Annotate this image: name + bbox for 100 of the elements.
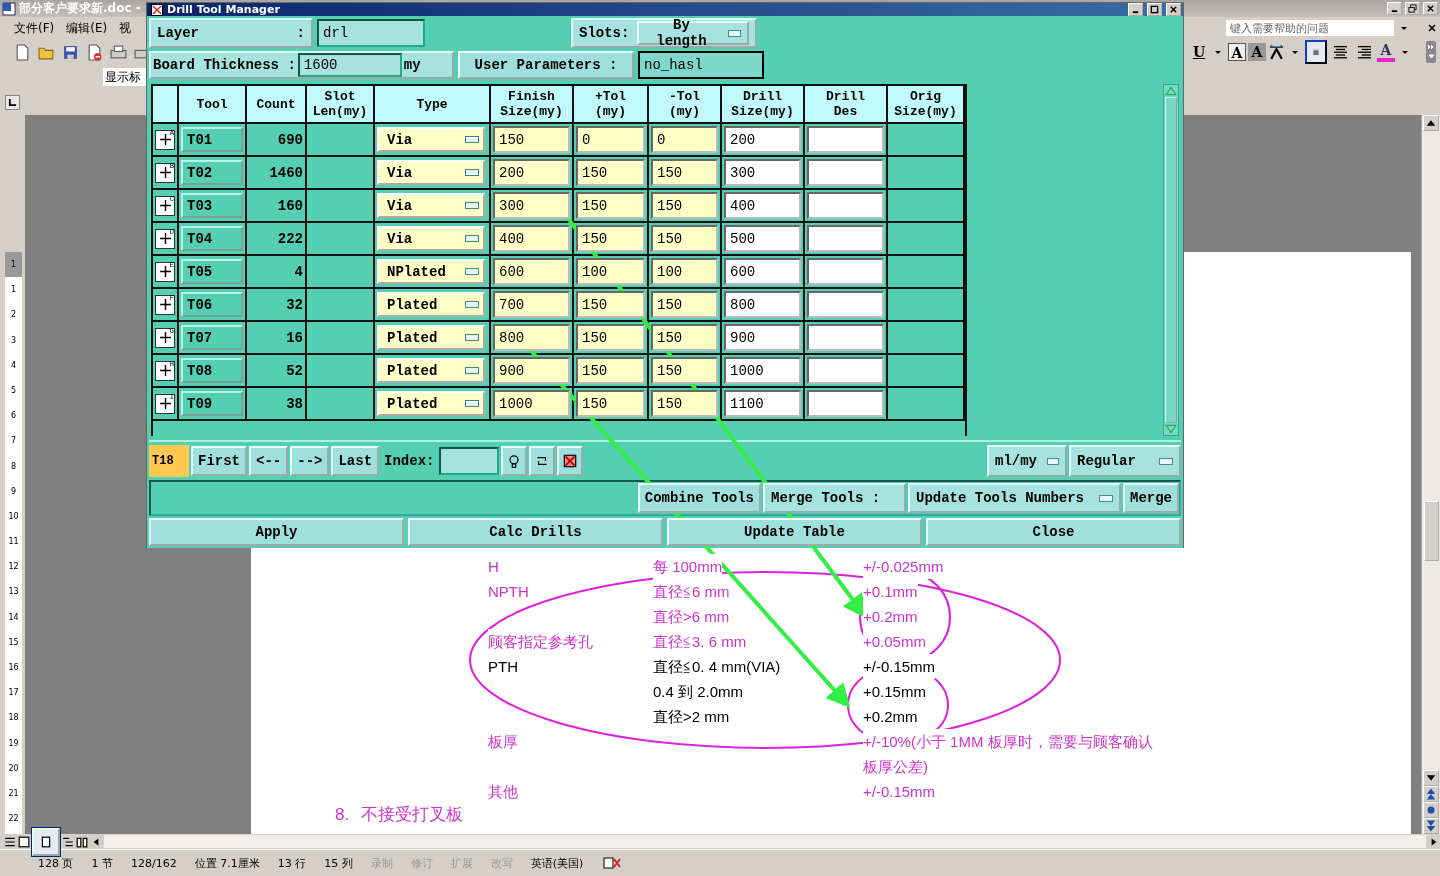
mode-select[interactable]: Regular	[1069, 445, 1181, 477]
type-select[interactable]: Via	[377, 226, 485, 251]
dropdown-arrow-icon[interactable]	[1401, 48, 1409, 56]
restore-button[interactable]	[1405, 2, 1420, 15]
action-button[interactable]: Calc Drills	[408, 518, 663, 546]
layer-field[interactable]: drl	[317, 19, 425, 47]
reading-view-icon[interactable]	[76, 835, 88, 848]
web-view-icon[interactable]	[18, 835, 30, 848]
tool-button[interactable]: T08	[181, 358, 243, 383]
save-icon[interactable]	[62, 43, 79, 61]
plus-tol-field[interactable]: 150	[576, 159, 645, 186]
close-button[interactable]	[1166, 3, 1181, 16]
plus-tol-field[interactable]: 150	[576, 390, 645, 417]
finish-size-field[interactable]: 300	[493, 192, 570, 219]
dropdown-arrow-icon[interactable]	[1400, 24, 1408, 32]
drill-des-field[interactable]	[807, 192, 884, 219]
minus-tol-field[interactable]: 100	[651, 258, 718, 285]
minus-tol-field[interactable]: 150	[651, 192, 718, 219]
unit-select[interactable]: ml/my	[987, 445, 1067, 477]
drill-des-field[interactable]	[807, 291, 884, 318]
minimize-button[interactable]	[1128, 3, 1143, 16]
drill-size-field[interactable]: 800	[724, 291, 801, 318]
previous-page-icon[interactable]	[1423, 786, 1439, 802]
permission-icon[interactable]	[86, 43, 103, 61]
plus-tol-field[interactable]: 150	[576, 291, 645, 318]
combine-tools-button[interactable]: Combine Tools	[637, 483, 761, 513]
type-select[interactable]: Plated	[377, 391, 485, 416]
dropdown-arrow-icon[interactable]	[1291, 48, 1299, 56]
minus-tol-field[interactable]: 150	[651, 225, 718, 252]
drill-des-field[interactable]	[807, 225, 884, 252]
merge-button[interactable]: Merge	[1123, 483, 1179, 513]
minimize-button[interactable]	[1387, 2, 1402, 15]
drill-size-field[interactable]: 1000	[724, 357, 801, 384]
character-shading-button[interactable]: A	[1248, 43, 1266, 61]
dropdown-arrow-icon[interactable]	[1214, 48, 1222, 56]
finish-size-field[interactable]: 400	[493, 225, 570, 252]
finish-size-field[interactable]: 900	[493, 357, 570, 384]
drill-des-field[interactable]	[807, 258, 884, 285]
tool-button[interactable]: T03	[181, 193, 243, 218]
delete-button[interactable]	[557, 446, 584, 476]
drill-des-field[interactable]	[807, 324, 884, 351]
refresh-button[interactable]	[529, 446, 556, 476]
browse-object-icon[interactable]	[1423, 802, 1439, 818]
close-icon[interactable]	[1428, 24, 1436, 32]
finish-size-field[interactable]: 1000	[493, 390, 570, 417]
character-scaling-icon[interactable]	[1268, 43, 1285, 61]
maximize-button[interactable]	[1147, 3, 1162, 16]
drill-size-field[interactable]: 1100	[724, 390, 801, 417]
thickness-field[interactable]: 1600	[297, 53, 402, 77]
menu-item[interactable]: 文件(F)	[14, 19, 55, 37]
merge-mode-select[interactable]: Update Tools Numbers	[908, 483, 1121, 513]
type-select[interactable]: Plated	[377, 325, 485, 350]
type-select[interactable]: Via	[377, 160, 485, 185]
print-icon[interactable]	[110, 43, 127, 61]
type-select[interactable]: Via	[377, 193, 485, 218]
minus-tol-field[interactable]: 150	[651, 291, 718, 318]
drill-size-field[interactable]: 600	[724, 258, 801, 285]
outline-view-icon[interactable]	[62, 835, 74, 848]
navigation-button[interactable]: -->	[290, 446, 330, 476]
plus-tol-field[interactable]: 150	[576, 192, 645, 219]
drill-des-field[interactable]	[807, 390, 884, 417]
user-parameters-field[interactable]: no_hasl	[638, 51, 764, 79]
action-button[interactable]: Update Table	[667, 518, 922, 546]
drill-des-field[interactable]	[807, 159, 884, 186]
plus-tol-field[interactable]: 100	[576, 258, 645, 285]
plus-tol-field[interactable]: 150	[576, 357, 645, 384]
character-border-button[interactable]: A	[1228, 43, 1246, 61]
tool-button[interactable]: T07	[181, 325, 243, 350]
finish-size-field[interactable]: 150	[493, 126, 570, 153]
minus-tol-field[interactable]: 150	[651, 357, 718, 384]
plus-tol-field[interactable]: 150	[576, 324, 645, 351]
underline-button[interactable]: U	[1190, 43, 1208, 61]
tool-button[interactable]: T04	[181, 226, 243, 251]
tool-button[interactable]: T01	[181, 127, 243, 152]
finish-size-field[interactable]: 600	[493, 258, 570, 285]
drill-des-field[interactable]	[807, 357, 884, 384]
finish-size-field[interactable]: 700	[493, 291, 570, 318]
print-layout-icon[interactable]	[32, 827, 60, 856]
finish-size-field[interactable]: 800	[493, 324, 570, 351]
minus-tol-field[interactable]: 0	[651, 126, 718, 153]
plus-tol-field[interactable]: 0	[576, 126, 645, 153]
drill-size-field[interactable]: 300	[724, 159, 801, 186]
menu-item[interactable]: 编辑(E)	[66, 19, 108, 37]
new-document-icon[interactable]	[14, 43, 31, 61]
drill-size-field[interactable]: 200	[724, 126, 801, 153]
drill-size-field[interactable]: 400	[724, 192, 801, 219]
minus-tol-field[interactable]: 150	[651, 390, 718, 417]
minus-tol-field[interactable]: 150	[651, 159, 718, 186]
minus-tol-field[interactable]: 150	[651, 324, 718, 351]
tool-button[interactable]: T02	[181, 160, 243, 185]
drill-des-field[interactable]	[807, 126, 884, 153]
help-search-field[interactable]: 键入需要帮助的问题	[1226, 20, 1394, 36]
drill-size-field[interactable]: 500	[724, 225, 801, 252]
navigation-button[interactable]: <--	[249, 446, 289, 476]
type-select[interactable]: Plated	[377, 358, 485, 383]
menu-item[interactable]: 视	[119, 19, 132, 37]
font-color-button[interactable]: A	[1377, 42, 1395, 62]
action-button[interactable]: Apply	[149, 518, 404, 546]
navigation-button[interactable]: Last	[331, 446, 380, 476]
index-field[interactable]	[439, 447, 500, 475]
